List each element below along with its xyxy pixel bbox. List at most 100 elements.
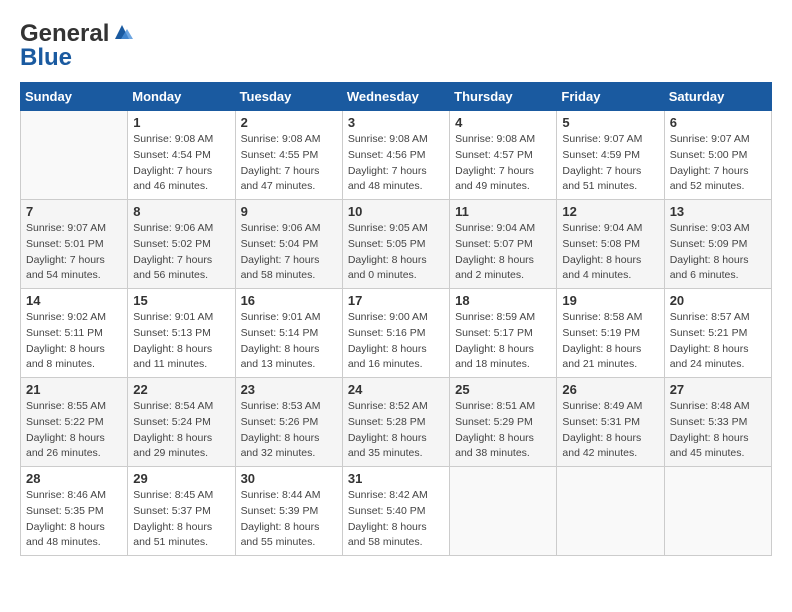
daylight-text: Daylight: 7 hours and 54 minutes. bbox=[26, 254, 105, 282]
daylight-text: Daylight: 7 hours and 49 minutes. bbox=[455, 165, 534, 193]
day-info: Sunrise: 8:44 AMSunset: 5:39 PMDaylight:… bbox=[241, 488, 337, 551]
sunset-text: Sunset: 5:17 PM bbox=[455, 327, 533, 339]
calendar-cell: 2Sunrise: 9:08 AMSunset: 4:55 PMDaylight… bbox=[235, 111, 342, 200]
sunrise-text: Sunrise: 8:51 AM bbox=[455, 400, 535, 412]
weekday-header: Saturday bbox=[664, 83, 771, 111]
calendar-cell: 19Sunrise: 8:58 AMSunset: 5:19 PMDayligh… bbox=[557, 289, 664, 378]
daylight-text: Daylight: 8 hours and 21 minutes. bbox=[562, 343, 641, 371]
sunrise-text: Sunrise: 9:05 AM bbox=[348, 222, 428, 234]
calendar-cell bbox=[450, 467, 557, 556]
sunrise-text: Sunrise: 9:08 AM bbox=[348, 133, 428, 145]
sunset-text: Sunset: 5:07 PM bbox=[455, 238, 533, 250]
day-number: 31 bbox=[348, 471, 444, 486]
sunset-text: Sunset: 5:05 PM bbox=[348, 238, 426, 250]
calendar-cell: 4 Sunrise: 9:08 AMSunset: 4:57 PMDaylight… bbox=[450, 111, 557, 200]
calendar-cell: 7Sunrise: 9:07 AMSunset: 5:01 PMDaylight… bbox=[21, 200, 128, 289]
day-info: Sunrise: 9:00 AMSunset: 5:16 PMDaylight:… bbox=[348, 310, 444, 373]
sunset-text: Sunset: 5:22 PM bbox=[26, 416, 104, 428]
day-number: 13 bbox=[670, 204, 766, 219]
day-number: 19 bbox=[562, 293, 658, 308]
sunset-text: Sunset: 5:01 PM bbox=[26, 238, 104, 250]
day-info: Sunrise: 8:55 AMSunset: 5:22 PMDaylight:… bbox=[26, 399, 122, 462]
calendar-cell: 26Sunrise: 8:49 AMSunset: 5:31 PMDayligh… bbox=[557, 378, 664, 467]
day-number: 18 bbox=[455, 293, 551, 308]
calendar-cell: 18Sunrise: 8:59 AMSunset: 5:17 PMDayligh… bbox=[450, 289, 557, 378]
calendar-cell: 22Sunrise: 8:54 AMSunset: 5:24 PMDayligh… bbox=[128, 378, 235, 467]
day-number: 6 bbox=[670, 115, 766, 130]
day-number: 23 bbox=[241, 382, 337, 397]
daylight-text: Daylight: 8 hours and 11 minutes. bbox=[133, 343, 212, 371]
calendar-cell: 24Sunrise: 8:52 AMSunset: 5:28 PMDayligh… bbox=[342, 378, 449, 467]
day-info: Sunrise: 9:01 AMSunset: 5:13 PMDaylight:… bbox=[133, 310, 229, 373]
day-info: Sunrise: 8:54 AMSunset: 5:24 PMDaylight:… bbox=[133, 399, 229, 462]
daylight-text: Daylight: 8 hours and 24 minutes. bbox=[670, 343, 749, 371]
page-header: General Blue bbox=[20, 20, 772, 72]
day-number: 5 bbox=[562, 115, 658, 130]
day-number: 8 bbox=[133, 204, 229, 219]
sunset-text: Sunset: 5:04 PM bbox=[241, 238, 319, 250]
sunrise-text: Sunrise: 9:07 AM bbox=[562, 133, 642, 145]
weekday-header: Tuesday bbox=[235, 83, 342, 111]
day-info: Sunrise: 9:07 AMSunset: 4:59 PMDaylight:… bbox=[562, 132, 658, 195]
day-number: 1 bbox=[133, 115, 229, 130]
day-info: Sunrise: 9:05 AMSunset: 5:05 PMDaylight:… bbox=[348, 221, 444, 284]
sunrise-text: Sunrise: 9:04 AM bbox=[455, 222, 535, 234]
sunrise-text: Sunrise: 9:07 AM bbox=[26, 222, 106, 234]
sunset-text: Sunset: 4:56 PM bbox=[348, 149, 426, 161]
sunset-text: Sunset: 5:24 PM bbox=[133, 416, 211, 428]
daylight-text: Daylight: 8 hours and 48 minutes. bbox=[26, 521, 105, 549]
daylight-text: Daylight: 8 hours and 8 minutes. bbox=[26, 343, 105, 371]
calendar-cell: 3 Sunrise: 9:08 AM Sunset: 4:56 PM Daylight… bbox=[342, 111, 449, 200]
day-number: 3 bbox=[348, 115, 444, 130]
calendar-cell: 8Sunrise: 9:06 AMSunset: 5:02 PMDaylight… bbox=[128, 200, 235, 289]
daylight-text: Daylight: 8 hours and 13 minutes. bbox=[241, 343, 320, 371]
day-info: Sunrise: 8:51 AMSunset: 5:29 PMDaylight:… bbox=[455, 399, 551, 462]
sunrise-text: Sunrise: 9:03 AM bbox=[670, 222, 750, 234]
day-info: Sunrise: 8:46 AMSunset: 5:35 PMDaylight:… bbox=[26, 488, 122, 551]
sunrise-text: Sunrise: 8:58 AM bbox=[562, 311, 642, 323]
day-info: Sunrise: 9:08 AM Sunset: 4:56 PM Daylight:… bbox=[348, 132, 444, 195]
sunset-text: Sunset: 5:00 PM bbox=[670, 149, 748, 161]
day-number: 4 bbox=[455, 115, 551, 130]
sunrise-text: Sunrise: 8:52 AM bbox=[348, 400, 428, 412]
calendar-week-row: 21Sunrise: 8:55 AMSunset: 5:22 PMDayligh… bbox=[21, 378, 772, 467]
sunrise-text: Sunrise: 8:48 AM bbox=[670, 400, 750, 412]
sunset-text: Sunset: 5:16 PM bbox=[348, 327, 426, 339]
daylight-text: Daylight: 7 hours and 47 minutes. bbox=[241, 165, 320, 193]
sunset-text: Sunset: 5:33 PM bbox=[670, 416, 748, 428]
calendar-cell: 21Sunrise: 8:55 AMSunset: 5:22 PMDayligh… bbox=[21, 378, 128, 467]
day-info: Sunrise: 8:48 AMSunset: 5:33 PMDaylight:… bbox=[670, 399, 766, 462]
calendar-cell: 25Sunrise: 8:51 AMSunset: 5:29 PMDayligh… bbox=[450, 378, 557, 467]
daylight-text: Daylight: 8 hours and 42 minutes. bbox=[562, 432, 641, 460]
daylight-text: Daylight: 7 hours and 48 minutes. bbox=[348, 165, 427, 193]
day-number: 28 bbox=[26, 471, 122, 486]
sunrise-text: Sunrise: 8:55 AM bbox=[26, 400, 106, 412]
daylight-text: Daylight: 7 hours and 58 minutes. bbox=[241, 254, 320, 282]
sunrise-text: Sunrise: 8:44 AM bbox=[241, 489, 321, 501]
daylight-text: Daylight: 8 hours and 55 minutes. bbox=[241, 521, 320, 549]
calendar-cell bbox=[664, 467, 771, 556]
day-info: Sunrise: 8:42 AMSunset: 5:40 PMDaylight:… bbox=[348, 488, 444, 551]
day-info: Sunrise: 9:08 AMSunset: 4:55 PMDaylight:… bbox=[241, 132, 337, 195]
day-number: 9 bbox=[241, 204, 337, 219]
sunrise-text: Sunrise: 9:00 AM bbox=[348, 311, 428, 323]
day-info: Sunrise: 8:57 AM Sunset: 5:21 PM Daylight:… bbox=[670, 310, 766, 373]
sunset-text: Sunset: 5:37 PM bbox=[133, 505, 211, 517]
sunrise-text: Sunrise: 8:45 AM bbox=[133, 489, 213, 501]
sunset-text: Sunset: 4:57 PM bbox=[455, 149, 533, 161]
sunset-text: Sunset: 5:35 PM bbox=[26, 505, 104, 517]
sunrise-text: Sunrise: 8:57 AM bbox=[670, 311, 750, 323]
sunset-text: Sunset: 4:59 PM bbox=[562, 149, 640, 161]
calendar-week-row: 14Sunrise: 9:02 AMSunset: 5:11 PMDayligh… bbox=[21, 289, 772, 378]
sunset-text: Sunset: 5:29 PM bbox=[455, 416, 533, 428]
calendar-cell: 23 Sunrise: 8:53 AMSunset: 5:26 PMDayligh… bbox=[235, 378, 342, 467]
daylight-text: Daylight: 8 hours and 2 minutes. bbox=[455, 254, 534, 282]
weekday-header: Friday bbox=[557, 83, 664, 111]
calendar-cell: 29Sunrise: 8:45 AMSunset: 5:37 PMDayligh… bbox=[128, 467, 235, 556]
day-info: Sunrise: 9:04 AM Sunset: 5:07 PM Daylight:… bbox=[455, 221, 551, 284]
sunrise-text: Sunrise: 9:01 AM bbox=[133, 311, 213, 323]
day-info: Sunrise: 9:08 AMSunset: 4:57 PMDaylight:… bbox=[455, 132, 551, 195]
day-info: Sunrise: 8:53 AMSunset: 5:26 PMDaylight:… bbox=[241, 399, 337, 462]
calendar-cell: 20Sunrise: 8:57 AMSunset: 5:21 PMDayligh… bbox=[664, 289, 771, 378]
sunset-text: Sunset: 5:21 PM bbox=[670, 327, 748, 339]
